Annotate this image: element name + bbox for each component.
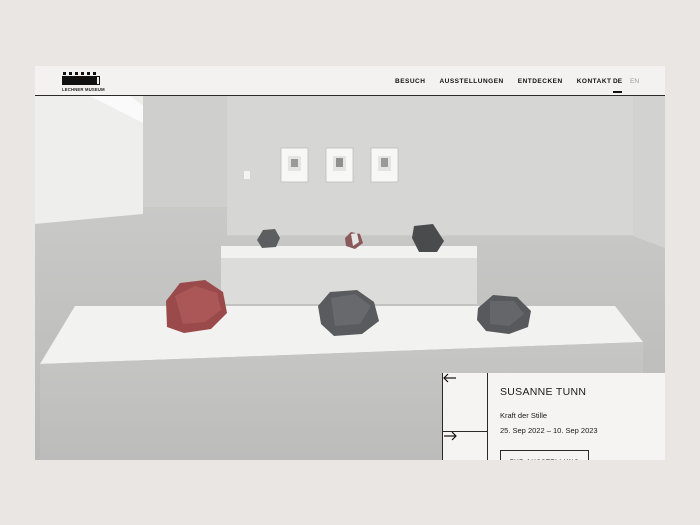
arrow-left-icon (443, 373, 456, 383)
exhibition-card: SUSANNE TUNN Kraft der Stille 25. Sep 20… (442, 373, 665, 460)
nav-item-besuch[interactable]: BESUCH (395, 78, 425, 85)
site-header: LECHNER MUSEUM BESUCH AUSSTELLUNGEN ENTD… (35, 66, 665, 96)
museum-logo[interactable]: LECHNER MUSEUM (62, 72, 105, 92)
carousel-controls (443, 373, 488, 460)
artist-name: SUSANNE TUNN (500, 386, 587, 398)
main-nav: BESUCH AUSSTELLUNGEN ENTDECKEN KONTAKT (395, 66, 625, 96)
lang-de[interactable]: DE (613, 78, 623, 93)
arrow-right-icon (444, 431, 457, 441)
nav-item-entdecken[interactable]: ENTDECKEN (518, 78, 563, 85)
previous-button[interactable] (443, 373, 487, 432)
logo-text: LECHNER MUSEUM (62, 87, 105, 92)
exhibition-title: Kraft der Stille (500, 411, 548, 420)
to-exhibition-button[interactable]: ZUR AUSSTELLUNG (500, 450, 589, 460)
logo-mark-icon (62, 72, 100, 85)
nav-item-kontakt[interactable]: KONTAKT (577, 78, 612, 85)
exhibition-dates: 25. Sep 2022 – 10. Sep 2023 (500, 426, 598, 435)
lang-en[interactable]: EN (630, 78, 639, 85)
next-button[interactable] (443, 431, 487, 460)
language-switcher: DE EN (613, 66, 647, 96)
hero-image: SUSANNE TUNN Kraft der Stille 25. Sep 20… (35, 96, 665, 460)
page-frame: LECHNER MUSEUM BESUCH AUSSTELLUNGEN ENTD… (35, 66, 665, 460)
nav-item-ausstellungen[interactable]: AUSSTELLUNGEN (439, 78, 503, 85)
